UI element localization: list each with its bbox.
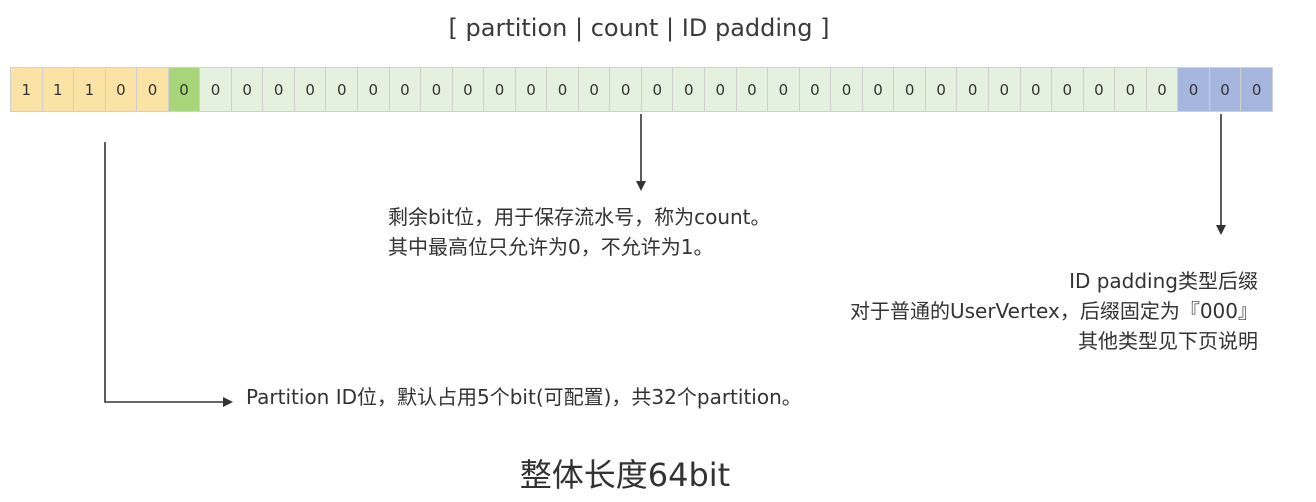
partition-connector (104, 142, 233, 407)
count-description: 剩余bit位，用于保存流水号，称为count。 其中最高位只允许为0，不允许为1… (388, 202, 771, 262)
partition-description: Partition ID位，默认占用5个bit(可配置)，共32个partiti… (246, 385, 802, 409)
padding-description: ID padding类型后缀 对于普通的UserVertex，后缀固定为『000… (850, 266, 1258, 356)
padding-description-line-3: 其他类型见下页说明 (1078, 329, 1258, 353)
count-description-line-1: 剩余bit位，用于保存流水号，称为count。 (388, 205, 771, 229)
padding-description-line-2: 对于普通的UserVertex，后缀固定为『000』 (849, 299, 1258, 323)
count-description-line-2: 其中最高位只允许为0，不允许为1。 (388, 235, 714, 259)
total-length-caption: 整体长度64bit (519, 456, 731, 494)
padding-description-line-1: ID padding类型后缀 (1069, 269, 1258, 293)
